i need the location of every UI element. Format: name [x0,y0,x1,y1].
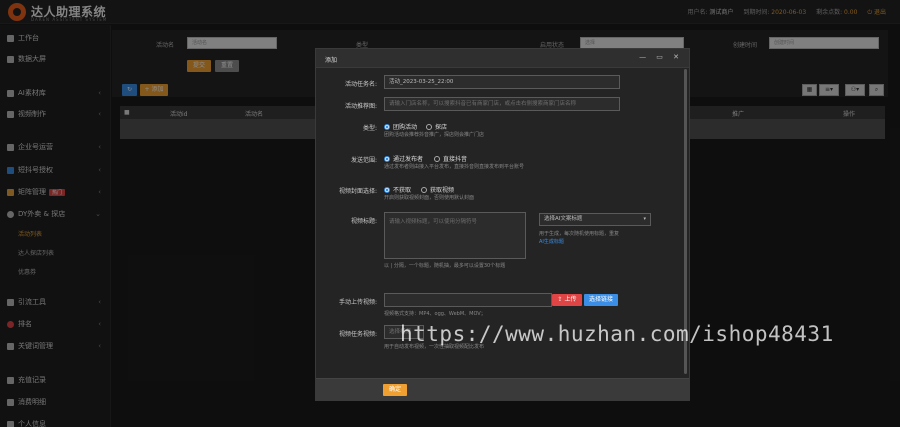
cover-label: 视频封面选择: [338,188,377,195]
auto-video-label: 视频任务视频: [338,331,377,338]
shop-label: 活动推荐图: [344,103,377,110]
upload-video-input[interactable] [384,293,552,307]
ai-title-select[interactable]: 选择AI文案标题 ▾ [539,213,651,226]
radio-unchecked-icon [421,186,427,193]
type-radio-group-buy[interactable]: 团购活动 [384,122,417,131]
type-radio-visit[interactable]: 探店 [426,122,447,131]
dialog-header: 添加 — ▭ ✕ [316,49,689,68]
task-name-label: 活动任务名: [344,81,377,88]
type-help-text: 团购活动会推荐抖音推广，探店则会推广门店 [384,132,485,138]
dialog-footer: 确定 [316,378,689,401]
radio-unchecked-icon [426,123,432,130]
video-title-textarea[interactable]: 请输入视频标题，可以使用分隔符号 [384,212,526,259]
radio-checked-icon [384,186,390,193]
watermark-text: https://www.huzhan.com/ishop48431 [400,322,834,346]
scope-radio-direct[interactable]: 直接抖音 [434,154,467,163]
cover-radio-fetch[interactable]: 获取视频 [421,185,454,194]
upload-button[interactable]: ⇪ 上传 [552,294,582,306]
radio-checked-icon [384,155,390,162]
cover-radio-none[interactable]: 不获取 [384,185,411,194]
window-controls[interactable]: — ▭ ✕ [639,53,683,61]
upload-video-label: 手动上传视频: [338,299,377,306]
scope-label: 发送范围: [350,157,377,164]
radio-checked-icon [384,123,390,130]
add-dialog: 添加 — ▭ ✕ 活动任务名: 活动_2023-03-25_22:00 活动推荐… [315,48,690,401]
radio-unchecked-icon [434,155,440,162]
video-title-label: 视频标题: [350,218,377,225]
ai-generate-title-link[interactable]: AI生成标题 [539,238,564,245]
upload-help-text: 视频格式支持：MP4、ogg、WebM、MOV； [384,311,486,317]
scope-help-text: 通过发布者则由接入平台发布，直接抖音则直接发布到平台账号 [384,164,525,170]
type-label: 类型: [362,125,377,132]
title-help-text: 以 | 分隔，一个标题，随机抽，最多可以设置30个标题 [384,263,506,269]
title-side-note: 用于生成，每次随机使用标题，重复 [539,231,620,237]
submit-button[interactable]: 确定 [383,384,407,396]
scope-radio-publisher[interactable]: 通过发布者 [384,154,423,163]
choose-link-button[interactable]: 选择链接 [584,294,618,306]
shop-input[interactable]: 请输入门店名称，可以搜索抖音已有商家门店，或点击右侧搜索商家门店名称 [384,97,620,111]
caret-down-icon: ▾ [643,216,646,222]
cover-help-text: 开启则获取视频封面，否则使用默认封面 [384,195,475,201]
task-name-input[interactable]: 活动_2023-03-25_22:00 [384,75,620,89]
dialog-title: 添加 [325,57,338,64]
